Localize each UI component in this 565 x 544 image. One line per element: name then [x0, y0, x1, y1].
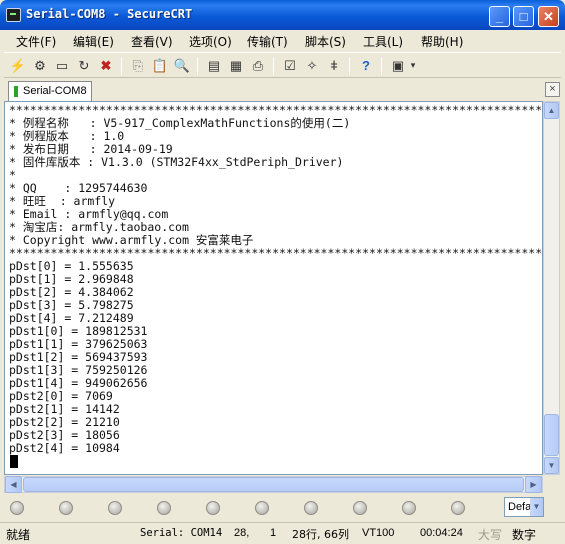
close-tab-button[interactable]: × [545, 82, 560, 97]
button-bar-slot[interactable] [255, 501, 269, 515]
status-col: 1 [270, 527, 277, 539]
status-emulation: VT100 [362, 527, 395, 539]
title-bar[interactable]: Serial-COM8 - SecureCRT _ □ ✕ [0, 0, 565, 30]
connect-in-tab-icon[interactable]: ▭ [52, 56, 72, 75]
close-icon: ✕ [543, 9, 554, 24]
toolbar: ⚡ ⚙ ▭ ↻ ✖ ⎘ 📋 🔍 ▤ ▦ ⎙ ☑ ✧ ǂ ? ▣ ▾ [4, 52, 561, 78]
horizontal-scroll-thumb[interactable] [23, 477, 524, 492]
button-bar-slot[interactable] [353, 501, 367, 515]
terminal-output[interactable]: ****************************************… [4, 101, 543, 475]
scroll-down-arrow-icon[interactable]: ▼ [544, 457, 559, 474]
maximize-icon: □ [519, 9, 528, 24]
button-bar-select[interactable]: Defa ▼ [504, 497, 544, 517]
scroll-up-arrow-icon[interactable]: ▲ [544, 102, 559, 119]
reconnect-icon[interactable]: ↻ [74, 56, 94, 75]
menu-edit[interactable]: 编辑(E) [73, 33, 114, 50]
maximize-button[interactable]: □ [513, 6, 534, 27]
find-icon[interactable]: 🔍 [172, 56, 192, 75]
terminal-line: * 固件库版本 : V1.3.0 (STM32F4xx_StdPeriph_Dr… [9, 155, 344, 169]
menu-transfer[interactable]: 传输(T) [247, 33, 288, 50]
button-bar-select-value: Defa [508, 501, 532, 513]
terminal-app-icon [6, 8, 21, 22]
print-icon[interactable]: ⎙ [248, 56, 268, 75]
status-caps: 大写 [478, 528, 503, 542]
scroll-right-arrow-icon[interactable]: ▶ [525, 476, 542, 493]
status-rows-cols: 28行, 66列 [292, 528, 349, 541]
tab-serial-com8[interactable]: Serial-COM8 [8, 81, 92, 101]
button-bar-slot[interactable] [59, 501, 73, 515]
window-title: Serial-COM8 - SecureCRT [26, 7, 193, 21]
close-window-button[interactable]: ✕ [538, 6, 559, 27]
tab-label: Serial-COM8 [23, 85, 87, 97]
button-bar: Defa ▼ [4, 494, 561, 522]
global-options-icon[interactable]: ✧ [302, 56, 322, 75]
terminal-line: pDst2[4] = 10984 [9, 441, 120, 455]
minimize-icon: _ [495, 9, 504, 24]
connect-icon[interactable]: ⚡ [8, 56, 28, 75]
horizontal-scrollbar[interactable]: ◀ ▶ [4, 476, 543, 493]
status-time: 00:04:24 [420, 527, 463, 539]
disconnect-icon[interactable]: ✖ [96, 56, 116, 75]
menu-options[interactable]: 选项(O) [189, 33, 232, 50]
session-tab-strip: Serial-COM8 × [4, 79, 561, 101]
menu-bar: 文件(F) 编辑(E) 查看(V) 选项(O) 传输(T) 脚本(S) 工具(L… [4, 30, 561, 51]
vertical-scroll-thumb[interactable] [544, 414, 559, 456]
status-session: Serial: COM14 [140, 527, 223, 539]
keymap-icon[interactable]: ǂ [324, 56, 344, 75]
minimize-button[interactable]: _ [489, 6, 510, 27]
button-bar-slot[interactable] [402, 501, 416, 515]
button-bar-slot[interactable] [206, 501, 220, 515]
sftp-icon[interactable]: ▣ [388, 56, 408, 75]
button-bar-slot[interactable] [108, 501, 122, 515]
print-setup-icon[interactable]: ▤ [204, 56, 224, 75]
button-bar-slot[interactable] [157, 501, 171, 515]
menu-help[interactable]: 帮助(H) [421, 33, 463, 50]
toolbar-overflow-icon[interactable]: ▾ [408, 56, 418, 75]
status-ready: 就绪 [6, 528, 31, 542]
terminal-cursor [10, 455, 18, 468]
status-row: 28, [234, 527, 250, 539]
status-num: 数字 [512, 528, 537, 542]
button-bar-slot[interactable] [304, 501, 318, 515]
copy-icon[interactable]: ⎘ [128, 56, 148, 75]
vertical-scrollbar[interactable]: ▲ ▼ [543, 101, 560, 475]
session-options-icon[interactable]: ☑ [280, 56, 300, 75]
status-bar: 就绪 Serial: COM14 28, 1 28行, 66列 VT100 00… [0, 522, 565, 544]
button-bar-slot[interactable] [451, 501, 465, 515]
help-icon[interactable]: ? [356, 56, 376, 75]
connected-status-icon [14, 86, 18, 97]
chevron-down-icon[interactable]: ▼ [530, 498, 543, 516]
menu-file[interactable]: 文件(F) [16, 33, 56, 50]
menu-view[interactable]: 查看(V) [131, 33, 173, 50]
menu-script[interactable]: 脚本(S) [305, 33, 346, 50]
quick-connect-icon[interactable]: ⚙ [30, 56, 50, 75]
menu-tools[interactable]: 工具(L) [363, 33, 403, 50]
print-selection-icon[interactable]: ▦ [226, 56, 246, 75]
button-bar-slot[interactable] [10, 501, 24, 515]
paste-icon[interactable]: 📋 [150, 56, 170, 75]
scroll-left-arrow-icon[interactable]: ◀ [5, 476, 22, 493]
